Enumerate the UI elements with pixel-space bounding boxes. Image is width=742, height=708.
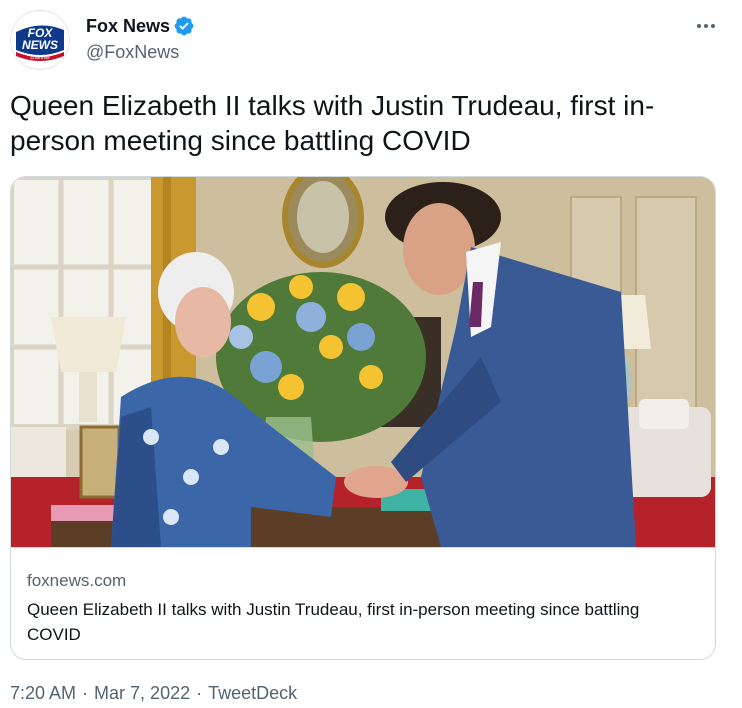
tweet-source[interactable]: TweetDeck — [208, 683, 297, 703]
tweet: FOX NEWS channel Fox News @FoxNews Queen… — [0, 0, 742, 708]
card-title: Queen Elizabeth II talks with Justin Tru… — [27, 600, 640, 644]
tweet-meta: 7:20 AM · Mar 7, 2022 · TweetDeck — [10, 683, 297, 704]
meta-separator: · — [196, 683, 203, 703]
more-options-icon[interactable] — [690, 14, 722, 38]
author-handle[interactable]: @FoxNews — [86, 42, 179, 63]
author-name[interactable]: Fox News — [86, 16, 170, 37]
card-image — [11, 177, 715, 547]
verified-badge-icon — [174, 16, 194, 36]
fox-news-logo: FOX NEWS channel — [11, 11, 69, 69]
logo-line3: channel — [30, 55, 50, 61]
meta-separator: · — [82, 683, 89, 703]
tweet-text: Queen Elizabeth II talks with Justin Tru… — [10, 90, 655, 156]
logo-line2: NEWS — [22, 38, 58, 52]
link-card[interactable]: foxnews.com Queen Elizabeth II talks wit… — [10, 176, 716, 660]
avatar[interactable]: FOX NEWS channel — [10, 10, 70, 70]
card-divider — [11, 547, 715, 548]
tweet-date[interactable]: Mar 7, 2022 — [94, 683, 190, 703]
card-domain: foxnews.com — [27, 571, 127, 590]
tweet-time[interactable]: 7:20 AM — [10, 683, 76, 703]
